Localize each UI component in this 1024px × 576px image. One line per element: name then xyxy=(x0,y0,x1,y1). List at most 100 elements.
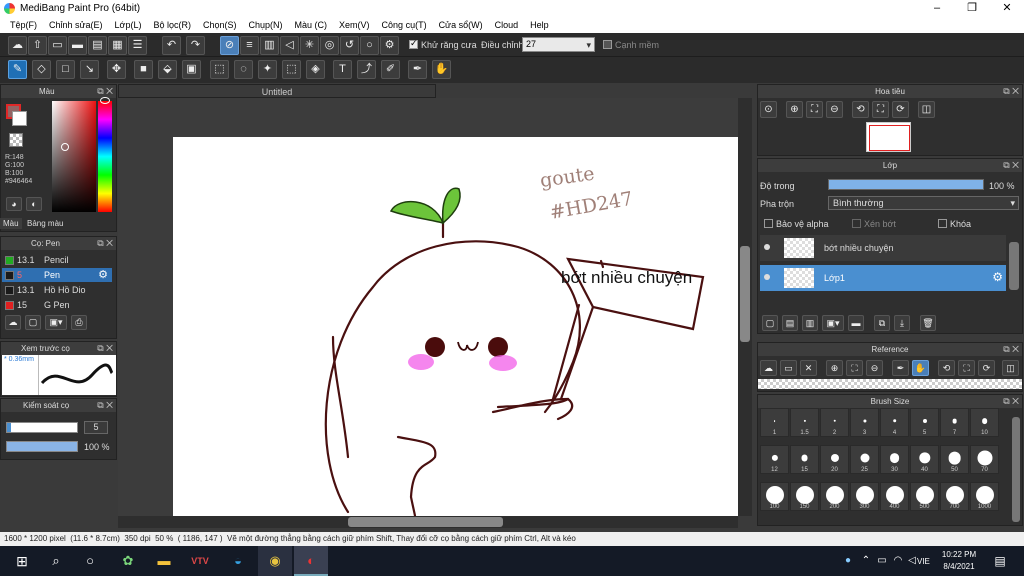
list-icon[interactable]: ☰ xyxy=(128,36,147,55)
brush-size-option[interactable]: 5 xyxy=(910,408,939,437)
rotate-right-icon[interactable]: ⟳ xyxy=(892,101,909,118)
brush-size-option[interactable]: 4 xyxy=(880,408,909,437)
comment-icon[interactable]: ▭ xyxy=(48,36,67,55)
lock-checkbox[interactable] xyxy=(938,219,947,228)
document-icon[interactable]: ▤ xyxy=(88,36,107,55)
open-folder-icon[interactable]: ▭ xyxy=(780,360,797,376)
task-view-icon[interactable]: ○ xyxy=(80,551,100,571)
brush-size-value[interactable]: 5 xyxy=(84,421,108,434)
layer-row[interactable]: bớt nhiều chuyện xyxy=(760,235,1006,261)
cloud-reference-icon[interactable]: ☁ xyxy=(760,360,777,376)
visibility-icon[interactable] xyxy=(764,274,770,280)
gradient-tool-icon[interactable]: ▣ xyxy=(182,60,201,79)
panel-close-icon[interactable]: ⧉ ✕ xyxy=(97,399,113,412)
redo-icon[interactable]: ↷ xyxy=(186,36,205,55)
layer-scroll-thumb[interactable] xyxy=(1009,242,1019,290)
panel-close-icon[interactable]: ⧉ ✕ xyxy=(97,237,113,250)
brush-size-scroll-thumb[interactable] xyxy=(1012,417,1020,522)
lasso-tool-icon[interactable]: ◌ xyxy=(234,60,253,79)
chrome-icon[interactable]: ◉ xyxy=(265,551,285,571)
brush-size-option[interactable]: 7 xyxy=(940,408,969,437)
brush-size-option[interactable]: 20 xyxy=(820,445,849,474)
brush-size-option[interactable]: 500 xyxy=(910,482,939,511)
new-layer-icon[interactable]: ▢ xyxy=(762,315,778,331)
menu-edit[interactable]: Chỉnh sửa(E) xyxy=(43,17,109,33)
chat-icon[interactable]: ▬ xyxy=(68,36,87,55)
dot-brush-icon[interactable]: ↘ xyxy=(80,60,99,79)
brush-item-pencil[interactable]: 13.1 Pencil xyxy=(2,253,112,267)
zoom-out-icon[interactable]: ⊖ xyxy=(826,101,843,118)
eraser-tool-icon[interactable]: ◇ xyxy=(32,60,51,79)
eyedropper-icon[interactable]: ✒ xyxy=(408,60,427,79)
menu-window[interactable]: Cửa sổ(W) xyxy=(433,17,489,33)
horizontal-scroll-thumb[interactable] xyxy=(348,517,503,527)
brush-menu-icon[interactable]: ▣▾ xyxy=(45,315,67,330)
close-reference-icon[interactable]: ✕ xyxy=(800,360,817,376)
brush-size-option[interactable]: 40 xyxy=(910,445,939,474)
merge-layer-icon[interactable]: ⤓ xyxy=(894,315,910,331)
brush-size-option[interactable]: 10 xyxy=(970,408,999,437)
brush-item-pen[interactable]: 5 Pen ⚙ xyxy=(2,268,112,282)
grid-doc-icon[interactable]: ▦ xyxy=(108,36,127,55)
system-clock[interactable]: 10:22 PM 8/4/2021 xyxy=(936,549,982,573)
bucket-tool-icon[interactable]: ⬙ xyxy=(158,60,177,79)
search-icon[interactable]: ⌕ xyxy=(46,551,66,571)
cloud-icon[interactable]: ☁ xyxy=(8,36,27,55)
select-eraser-icon[interactable]: ◈ xyxy=(306,60,325,79)
minimize-button[interactable]: – xyxy=(920,0,954,17)
menu-snap[interactable]: Chụp(N) xyxy=(243,17,289,33)
brush-size-option[interactable]: 1.5 xyxy=(790,408,819,437)
brush-size-option[interactable]: 100 xyxy=(760,482,789,511)
restore-button[interactable]: ❐ xyxy=(955,0,989,17)
panel-close-icon[interactable]: ⧉ ✕ xyxy=(1003,159,1019,172)
flip-icon[interactable]: ◫ xyxy=(918,101,935,118)
menu-color[interactable]: Màu (C) xyxy=(289,17,334,33)
menu-layer[interactable]: Lớp(L) xyxy=(109,17,148,33)
gear-icon[interactable]: ⚙ xyxy=(98,268,108,282)
eyedropper-icon[interactable]: ✒ xyxy=(892,360,909,376)
brush-size-option[interactable]: 700 xyxy=(940,482,969,511)
radial-snap-icon[interactable]: ✳ xyxy=(300,36,319,55)
panel-close-icon[interactable]: ⧉ ✕ xyxy=(1003,395,1019,408)
curve-snap-icon[interactable]: ↺ xyxy=(340,36,359,55)
brush-size-option[interactable]: 15 xyxy=(790,445,819,474)
circle-snap-icon[interactable]: ◎ xyxy=(320,36,339,55)
layer-row-selected[interactable]: Lớp1 ⚙ xyxy=(760,265,1006,291)
clipping-checkbox[interactable] xyxy=(852,219,861,228)
panel-close-icon[interactable]: ⧉ ✕ xyxy=(1003,343,1019,356)
brush-size-option[interactable]: 12 xyxy=(760,445,789,474)
fit-window-icon[interactable]: ⛶ xyxy=(806,101,823,118)
layer-add-menu-icon[interactable]: ▣▾ xyxy=(822,315,844,331)
brush-size-option[interactable]: 1 xyxy=(760,408,789,437)
rotate-left-icon[interactable]: ⟲ xyxy=(852,101,869,118)
secondary-color-swatch[interactable] xyxy=(12,111,27,126)
brush-size-option[interactable]: 2 xyxy=(820,408,849,437)
brush-item-hohodio[interactable]: 13.1 Hồ Hồ Dio xyxy=(2,283,112,297)
navigator-viewport[interactable] xyxy=(869,125,910,151)
grid-snap-icon[interactable]: ▥ xyxy=(260,36,279,55)
new-8bit-layer-icon[interactable]: ▥ xyxy=(802,315,818,331)
fit-window-icon[interactable]: ⛶ xyxy=(846,360,863,376)
flip-icon[interactable]: ◫ xyxy=(1002,360,1019,376)
brush-tool-icon[interactable]: ✎ xyxy=(8,60,27,79)
brush-size-option[interactable]: 25 xyxy=(850,445,879,474)
tray-app-icon[interactable]: ● xyxy=(838,551,858,571)
hand-tool-icon[interactable]: ✋ xyxy=(912,360,929,376)
duplicate-layer-icon[interactable]: ⧉ xyxy=(874,315,890,331)
swap-colors-icon[interactable]: ◐ xyxy=(26,197,42,211)
move-tool-icon[interactable]: ✥ xyxy=(107,60,126,79)
brush-opacity-slider[interactable] xyxy=(6,441,78,452)
hue-slider[interactable] xyxy=(98,101,112,212)
menu-select[interactable]: Chọn(S) xyxy=(197,17,243,33)
reference-image-area[interactable] xyxy=(758,379,1022,389)
menu-help[interactable]: Help xyxy=(524,17,555,33)
ellipse-snap-icon[interactable]: ○ xyxy=(360,36,379,55)
reset-view-icon[interactable]: ⛶ xyxy=(958,360,975,376)
rect-tool-icon[interactable]: □ xyxy=(56,60,75,79)
new-halftone-layer-icon[interactable]: ▤ xyxy=(782,315,798,331)
navigator-thumbnail[interactable] xyxy=(866,122,911,152)
palette-icon[interactable]: ◕ xyxy=(6,197,22,211)
brush-size-option[interactable]: 50 xyxy=(940,445,969,474)
visibility-icon[interactable] xyxy=(764,244,770,250)
gear-icon[interactable]: ⚙ xyxy=(992,270,1003,284)
